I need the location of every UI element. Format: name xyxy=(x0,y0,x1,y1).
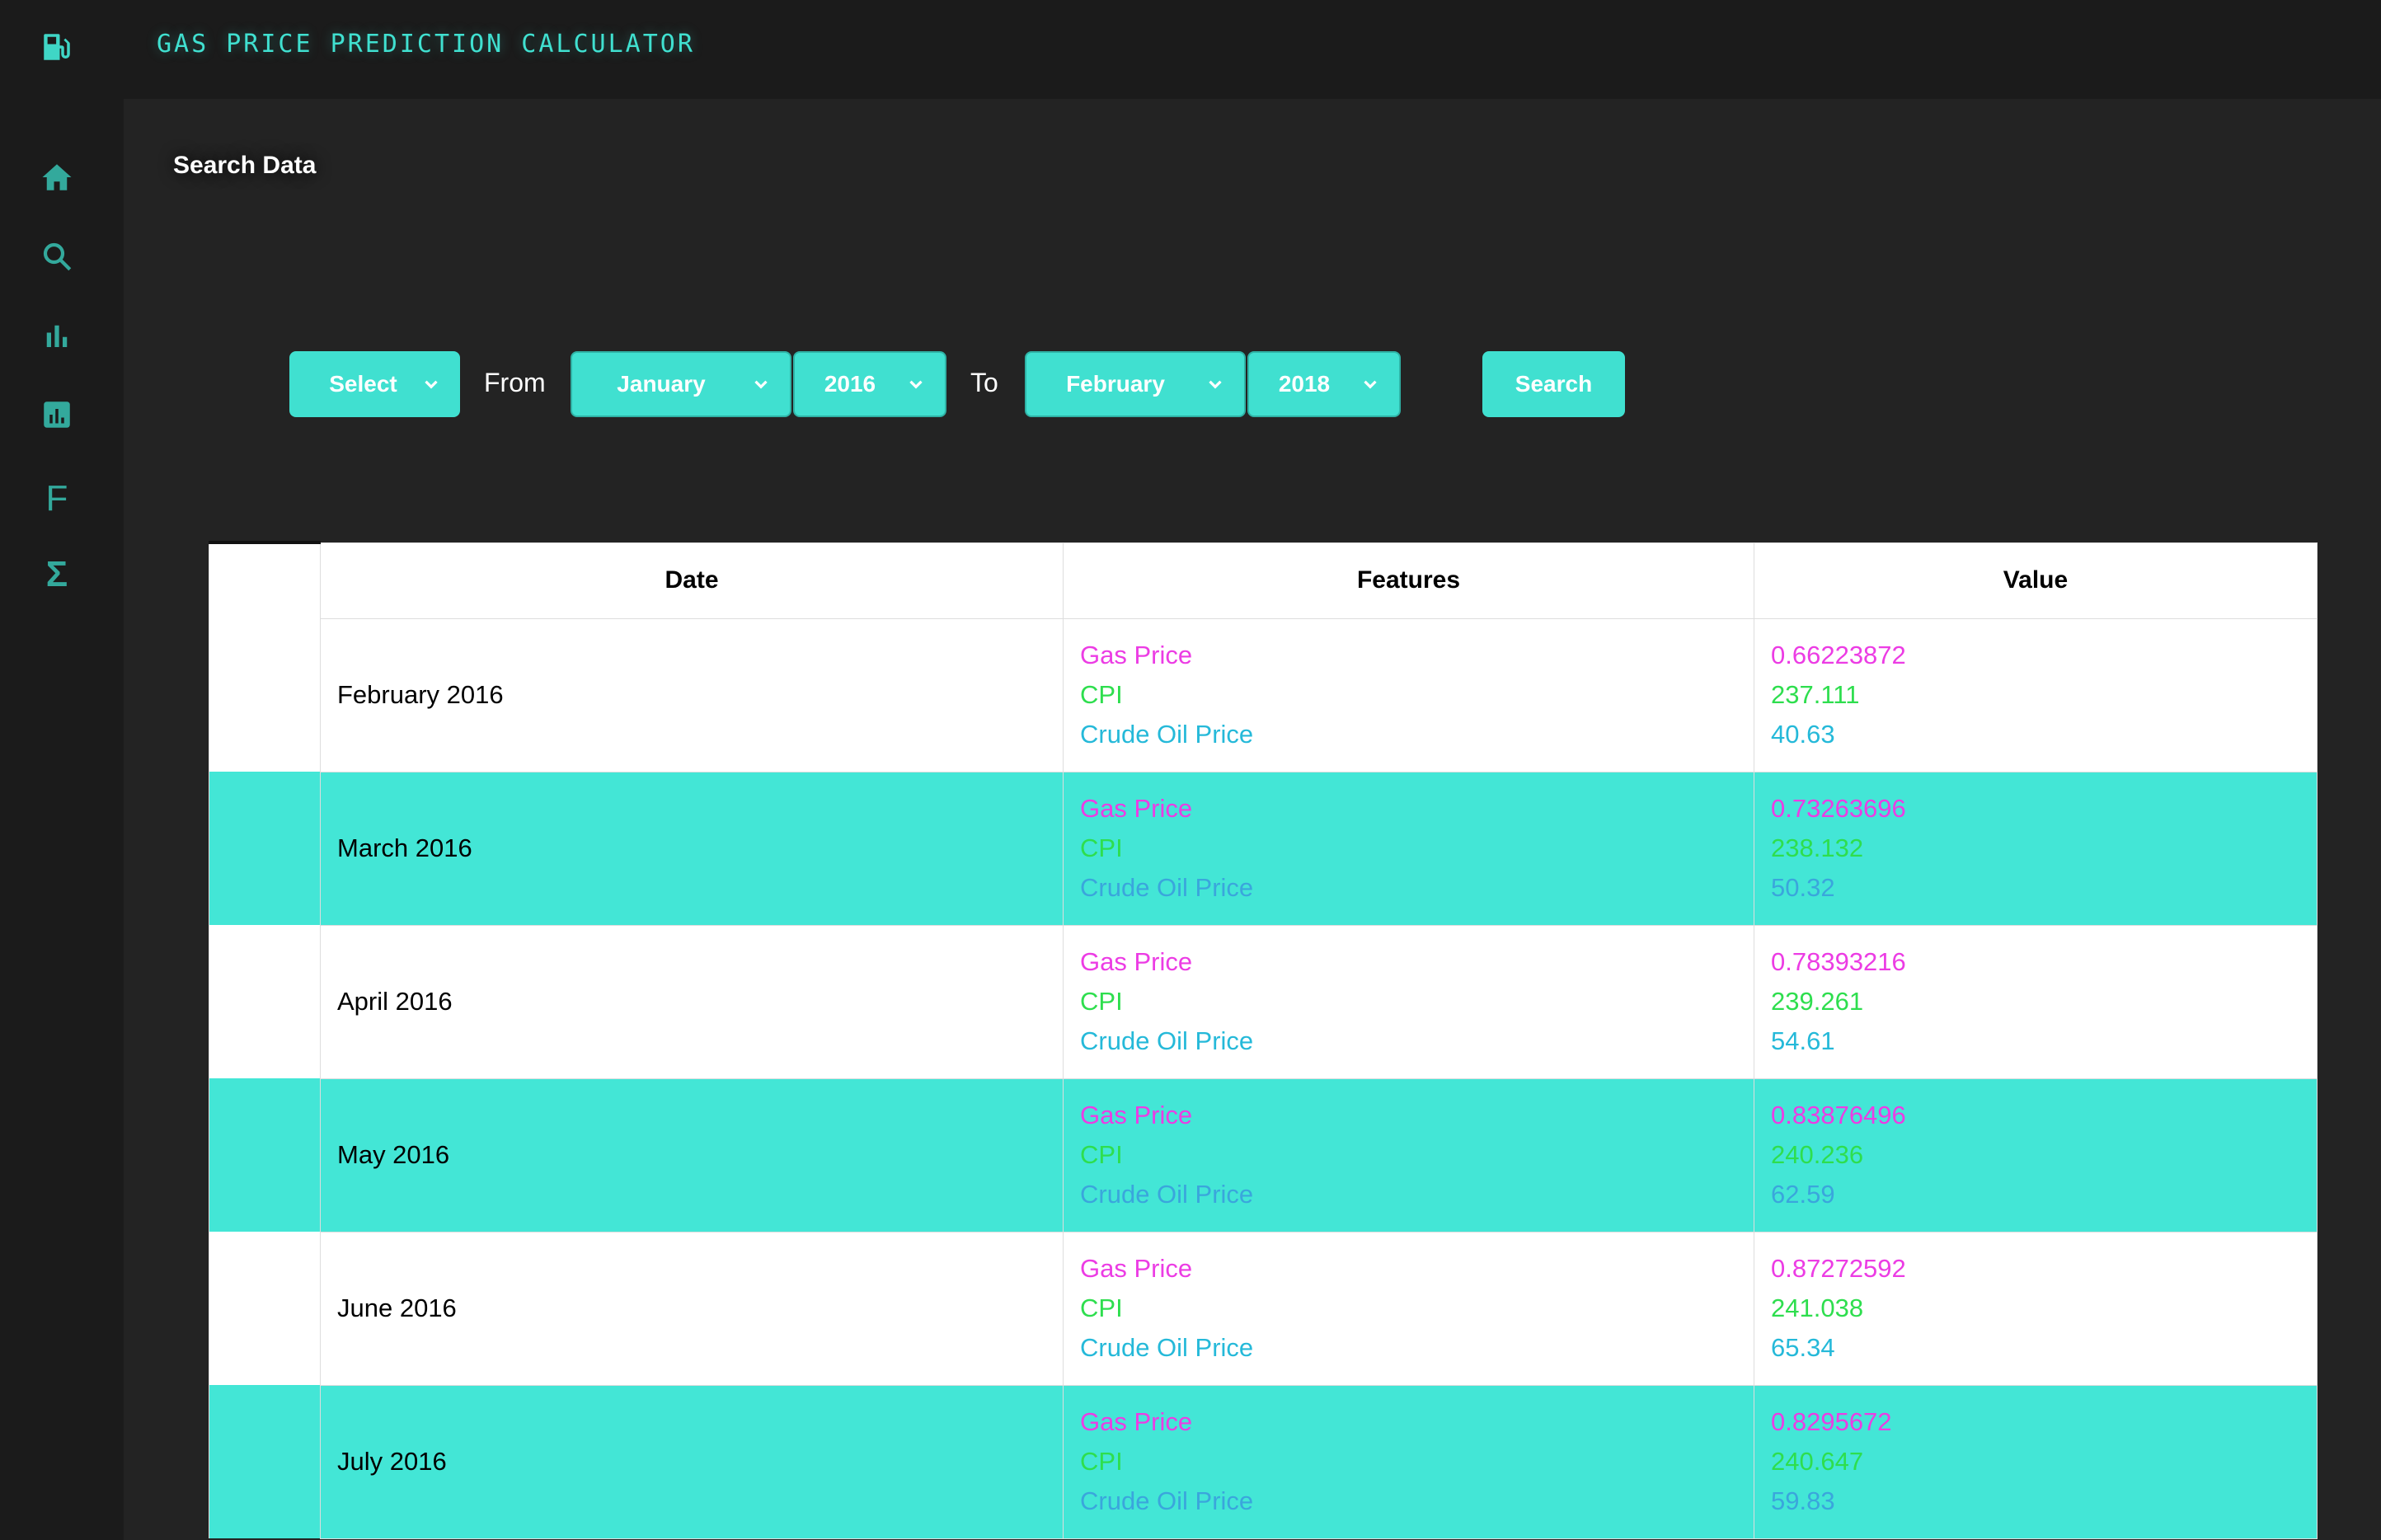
from-year-select[interactable]: 2016 xyxy=(793,351,946,417)
table-row[interactable]: May 2016 Gas Price CPI Crude Oil Price 0… xyxy=(209,1078,2318,1232)
f-icon[interactable]: F xyxy=(36,478,77,519)
features-cell: Gas Price CPI Crude Oil Price xyxy=(1063,1231,1754,1386)
main-content: Search Data Select From January 2016 To … xyxy=(124,99,2381,1540)
page-title: Search Data xyxy=(173,152,317,179)
home-icon[interactable] xyxy=(36,157,77,198)
values-cell: 0.83876496 240.236 62.59 xyxy=(1754,1078,2318,1232)
sidebar: F Σ xyxy=(0,0,124,1540)
values-cell: 0.78393216 239.261 54.61 xyxy=(1754,924,2318,1079)
from-label: From xyxy=(484,368,546,397)
chevron-down-icon xyxy=(909,380,923,389)
table-row[interactable]: June 2016 Gas Price CPI Crude Oil Price … xyxy=(209,1231,2318,1386)
to-month-select[interactable]: February xyxy=(1025,351,1246,417)
values-cell: 0.8295672 240.647 59.83 xyxy=(1754,1384,2318,1539)
values-cell: 0.73263696 238.132 50.32 xyxy=(1754,771,2318,926)
table-row[interactable]: July 2016 Gas Price CPI Crude Oil Price … xyxy=(209,1384,2318,1539)
features-cell: Gas Price CPI Crude Oil Price xyxy=(1063,1078,1754,1232)
top-bar: GAS PRICE PREDICTION CALCULATOR xyxy=(0,0,2381,99)
to-year-value: 2018 xyxy=(1278,371,1331,397)
table-header-row: Date Features Value xyxy=(209,541,2318,619)
from-year-value: 2016 xyxy=(824,371,876,397)
sigma-icon[interactable]: Σ xyxy=(36,554,77,595)
search-icon[interactable] xyxy=(36,236,77,277)
values-cell: 0.66223872 237.111 40.63 xyxy=(1754,617,2318,772)
feature-select[interactable]: Select xyxy=(289,351,460,417)
to-label: To xyxy=(970,368,998,397)
table-row[interactable]: March 2016 Gas Price CPI Crude Oil Price… xyxy=(209,771,2318,926)
table-row[interactable]: April 2016 Gas Price CPI Crude Oil Price… xyxy=(209,924,2318,1079)
chevron-down-icon xyxy=(1209,380,1222,389)
date-cell: March 2016 xyxy=(320,771,1064,926)
from-month-select[interactable]: January xyxy=(571,351,791,417)
fuel-pump-icon[interactable] xyxy=(36,26,77,68)
date-cell: April 2016 xyxy=(320,924,1064,1079)
value-header: Value xyxy=(1754,542,2318,619)
index-header xyxy=(209,541,321,618)
date-cell: June 2016 xyxy=(320,1231,1064,1386)
results-table: Date Features Value February 2016 Gas Pr… xyxy=(209,541,2318,1539)
values-cell: 0.87272592 241.038 65.34 xyxy=(1754,1231,2318,1386)
feature-select-label: Select xyxy=(329,371,397,397)
table-row[interactable]: February 2016 Gas Price CPI Crude Oil Pr… xyxy=(209,617,2318,772)
features-cell: Gas Price CPI Crude Oil Price xyxy=(1063,617,1754,772)
features-header: Features xyxy=(1063,542,1754,619)
from-month-value: January xyxy=(617,371,706,397)
features-cell: Gas Price CPI Crude Oil Price xyxy=(1063,924,1754,1079)
date-cell: July 2016 xyxy=(320,1384,1064,1539)
date-header: Date xyxy=(320,542,1064,619)
report-icon[interactable] xyxy=(36,394,77,435)
features-cell: Gas Price CPI Crude Oil Price xyxy=(1063,771,1754,926)
to-year-select[interactable]: 2018 xyxy=(1247,351,1401,417)
chevron-down-icon xyxy=(1364,380,1377,389)
chevron-down-icon xyxy=(425,380,438,389)
search-button[interactable]: Search xyxy=(1482,351,1625,417)
date-cell: February 2016 xyxy=(320,617,1064,772)
features-cell: Gas Price CPI Crude Oil Price xyxy=(1063,1384,1754,1539)
bar-chart-icon[interactable] xyxy=(36,315,77,356)
chevron-down-icon xyxy=(754,380,768,389)
date-cell: May 2016 xyxy=(320,1078,1064,1232)
app-title: GAS PRICE PREDICTION CALCULATOR xyxy=(157,30,695,59)
to-month-value: February xyxy=(1066,371,1165,397)
